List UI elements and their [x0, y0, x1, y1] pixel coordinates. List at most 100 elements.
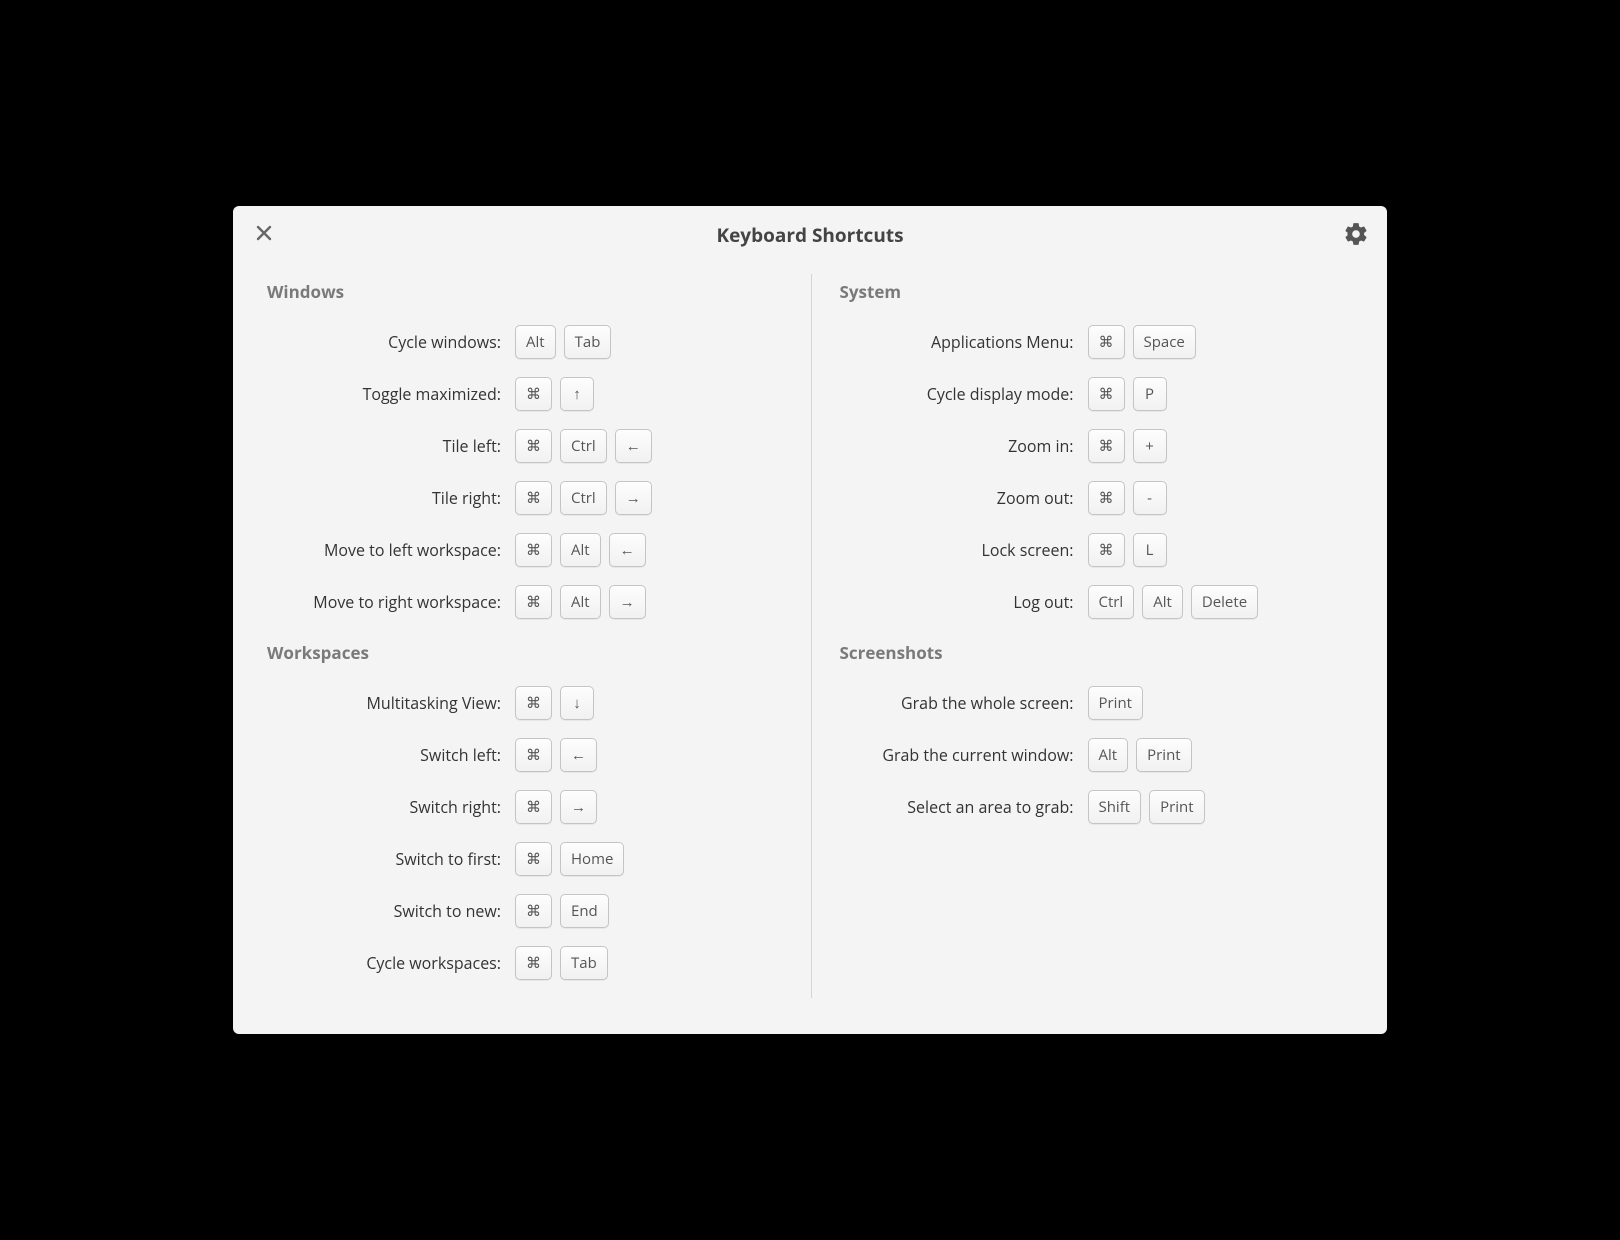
close-icon — [256, 224, 272, 247]
key-cap: ⌘ — [515, 790, 552, 824]
shortcut-row: Applications Menu:⌘Space — [840, 325, 1354, 359]
key-cap: ← — [609, 533, 646, 567]
shortcut-label: Switch right: — [267, 796, 515, 818]
key-cap: Space — [1133, 325, 1196, 359]
shortcut-row: Zoom in:⌘+ — [840, 429, 1354, 463]
key-cap: Ctrl — [560, 481, 607, 515]
key-cap: ⌘ — [515, 894, 552, 928]
shortcut-row: Tile left:⌘Ctrl← — [267, 429, 781, 463]
shortcut-keys: ⌘← — [515, 738, 597, 772]
key-cap: Alt — [515, 325, 556, 359]
shortcut-row: Cycle windows:AltTab — [267, 325, 781, 359]
section-title-system: System — [840, 280, 1354, 303]
keyboard-shortcuts-dialog: Keyboard Shortcuts Windows Cycle windows:… — [233, 206, 1387, 1034]
shortcut-row: Grab the current window:AltPrint — [840, 738, 1354, 772]
key-cap: Ctrl — [1088, 585, 1135, 619]
key-cap: Shift — [1088, 790, 1142, 824]
close-button[interactable] — [249, 220, 279, 250]
shortcut-keys: ⌘End — [515, 894, 609, 928]
shortcut-keys: ⌘Alt← — [515, 533, 646, 567]
shortcut-label: Tile right: — [267, 487, 515, 509]
key-cap: ⌘ — [1088, 533, 1125, 567]
column-right: SystemApplications Menu:⌘SpaceCycle disp… — [812, 274, 1362, 998]
shortcut-keys: ⌘→ — [515, 790, 597, 824]
key-cap: ← — [615, 429, 652, 463]
shortcut-keys: ShiftPrint — [1088, 790, 1205, 824]
shortcut-keys: ⌘+ — [1088, 429, 1167, 463]
key-cap: ↓ — [560, 686, 594, 720]
key-cap: Alt — [560, 585, 601, 619]
shortcut-keys: ⌘Space — [1088, 325, 1196, 359]
key-cap: ⌘ — [1088, 377, 1125, 411]
key-cap: ⌘ — [515, 481, 552, 515]
key-cap: ⌘ — [515, 738, 552, 772]
key-cap: Tab — [564, 325, 612, 359]
key-cap: Delete — [1191, 585, 1258, 619]
key-cap: ⌘ — [515, 429, 552, 463]
shortcut-row: Cycle workspaces:⌘Tab — [267, 946, 781, 980]
shortcut-label: Switch left: — [267, 744, 515, 766]
key-cap: Home — [560, 842, 624, 876]
shortcut-label: Cycle windows: — [267, 331, 515, 353]
shortcut-label: Tile left: — [267, 435, 515, 457]
key-cap: L — [1133, 533, 1167, 567]
shortcut-keys: Print — [1088, 686, 1144, 720]
shortcut-label: Cycle display mode: — [840, 383, 1088, 405]
key-cap: ⌘ — [1088, 481, 1125, 515]
key-cap: → — [609, 585, 646, 619]
shortcut-label: Log out: — [840, 591, 1088, 613]
shortcut-row: Switch to new:⌘End — [267, 894, 781, 928]
settings-button[interactable] — [1339, 218, 1373, 252]
gear-icon — [1343, 221, 1369, 250]
shortcut-row: Multitasking View:⌘↓ — [267, 686, 781, 720]
shortcut-keys: ⌘L — [1088, 533, 1167, 567]
key-cap: Alt — [1142, 585, 1183, 619]
key-cap: ⌘ — [515, 842, 552, 876]
shortcut-label: Move to left workspace: — [267, 539, 515, 561]
key-cap: → — [560, 790, 597, 824]
dialog-title: Keyboard Shortcuts — [716, 222, 903, 248]
shortcut-label: Switch to new: — [267, 900, 515, 922]
shortcut-row: Toggle maximized:⌘↑ — [267, 377, 781, 411]
key-cap: ⌘ — [1088, 325, 1125, 359]
shortcut-row: Switch left:⌘← — [267, 738, 781, 772]
key-cap: Alt — [1088, 738, 1129, 772]
key-cap: ⌘ — [515, 585, 552, 619]
shortcut-keys: ⌘Ctrl→ — [515, 481, 652, 515]
section-title-workspaces: Workspaces — [267, 641, 781, 664]
shortcut-label: Zoom out: — [840, 487, 1088, 509]
shortcut-keys: ⌘Home — [515, 842, 624, 876]
section-title-windows: Windows — [267, 280, 781, 303]
key-cap: ⌘ — [515, 377, 552, 411]
shortcut-label: Multitasking View: — [267, 692, 515, 714]
shortcut-row: Tile right:⌘Ctrl→ — [267, 481, 781, 515]
shortcut-keys: AltPrint — [1088, 738, 1192, 772]
shortcut-label: Applications Menu: — [840, 331, 1088, 353]
key-cap: Tab — [560, 946, 608, 980]
key-cap: ← — [560, 738, 597, 772]
key-cap: ⌘ — [515, 686, 552, 720]
shortcut-label: Move to right workspace: — [267, 591, 515, 613]
shortcut-row: Grab the whole screen:Print — [840, 686, 1354, 720]
shortcut-keys: AltTab — [515, 325, 611, 359]
shortcut-row: Log out:CtrlAltDelete — [840, 585, 1354, 619]
header: Keyboard Shortcuts — [233, 206, 1387, 264]
section-title-screenshots: Screenshots — [840, 641, 1354, 664]
shortcut-row: Switch to first:⌘Home — [267, 842, 781, 876]
shortcut-label: Toggle maximized: — [267, 383, 515, 405]
shortcut-label: Grab the whole screen: — [840, 692, 1088, 714]
key-cap: Print — [1088, 686, 1144, 720]
shortcut-row: Zoom out:⌘- — [840, 481, 1354, 515]
shortcut-row: Cycle display mode:⌘P — [840, 377, 1354, 411]
shortcut-label: Zoom in: — [840, 435, 1088, 457]
shortcut-row: Switch right:⌘→ — [267, 790, 781, 824]
key-cap: - — [1133, 481, 1167, 515]
shortcut-row: Select an area to grab:ShiftPrint — [840, 790, 1354, 824]
key-cap: ⌘ — [1088, 429, 1125, 463]
shortcut-row: Move to left workspace:⌘Alt← — [267, 533, 781, 567]
key-cap: ⌘ — [515, 946, 552, 980]
shortcut-row: Move to right workspace:⌘Alt→ — [267, 585, 781, 619]
shortcut-keys: ⌘↑ — [515, 377, 594, 411]
key-cap: → — [615, 481, 652, 515]
key-cap: + — [1133, 429, 1167, 463]
